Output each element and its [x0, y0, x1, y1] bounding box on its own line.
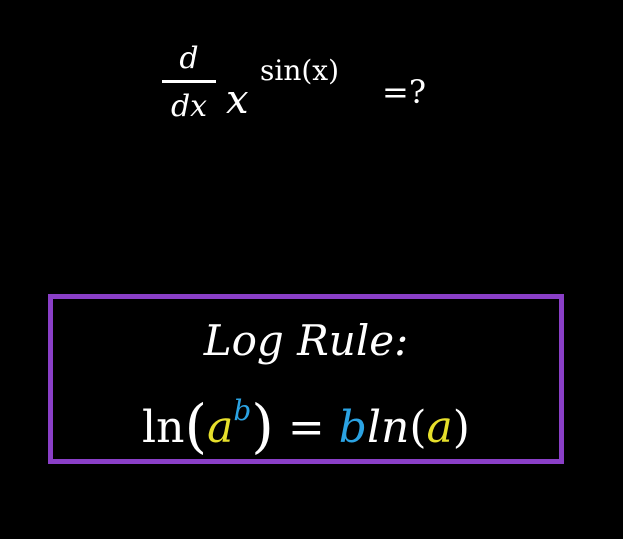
log-rule-equation: ln(ab) = bln(a)	[53, 379, 559, 460]
log-rule-box: Log Rule: ln(ab) = bln(a)	[48, 294, 564, 464]
paren-close-left: )	[251, 392, 274, 460]
b-coefficient: b	[338, 402, 367, 453]
power-exponent: sin(x)	[260, 54, 339, 87]
equals-question: =?	[382, 73, 426, 111]
paren-open-right: (	[409, 402, 427, 453]
derivative-operator: d dx	[160, 40, 218, 127]
log-rule-title: Log Rule:	[203, 316, 409, 365]
equals-sign: =	[273, 402, 339, 453]
power-base: x	[226, 77, 249, 123]
fraction-bar	[162, 80, 216, 83]
a-right: a	[426, 402, 453, 453]
ln-right: ln	[366, 402, 410, 453]
ln-left: ln	[142, 402, 185, 453]
paren-open-left: (	[184, 392, 208, 460]
b-exponent: b	[233, 394, 252, 427]
paren-close-right: )	[452, 402, 470, 453]
derivative-question: d dx x sin(x) =?	[160, 40, 480, 150]
derivative-numerator: d	[179, 41, 199, 76]
a-left: a	[207, 402, 234, 453]
derivative-denominator: dx	[170, 89, 208, 124]
